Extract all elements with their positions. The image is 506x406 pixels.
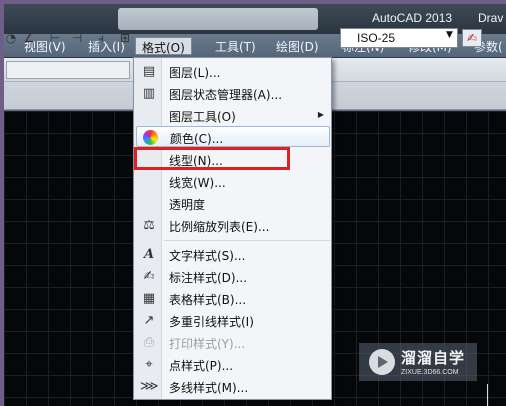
color-wheel-icon [141, 129, 159, 146]
text-style-icon: A [143, 247, 155, 262]
toolbar-field[interactable] [6, 61, 130, 79]
dimstyle-manager-icon[interactable]: ✍ [462, 29, 482, 47]
menu-item-table-style[interactable]: ▦ 表格样式(B)... [136, 288, 330, 309]
menu-item-label: 多线样式(M)... [169, 381, 249, 395]
menu-item-transparency[interactable]: 透明度 [136, 193, 330, 214]
menu-item-text-style[interactable]: A 文字样式(S)... [136, 244, 330, 265]
dimstyle-select[interactable]: ISO-25 [340, 28, 458, 48]
menu-item-layer-tools[interactable]: 图层工具(O) ▶ [136, 105, 330, 126]
menu-tools[interactable]: 工具(T) [209, 37, 262, 55]
point-style-icon: ⌖ [145, 357, 153, 372]
menu-item-label: 文字样式(S)... [169, 249, 246, 263]
format-menu: ▤ 图层(L)... ▥ 图层状态管理器(A)... 图层工具(O) ▶ 颜色(… [133, 57, 332, 400]
menu-item-lineweight[interactable]: 线宽(W)... [136, 171, 330, 192]
crosshair-cursor [487, 384, 488, 406]
dim-style-icon: ✍ [143, 269, 155, 284]
menu-item-plot-style: ⎙ 打印样式(Y)... [136, 332, 330, 353]
menu-item-label: 多重引线样式(I) [169, 315, 254, 329]
dim-baseline-icon[interactable]: ⫞ [92, 30, 110, 46]
menu-item-label: 图层工具(O) [169, 110, 236, 124]
menu-item-mline-style[interactable]: ⋙ 多线样式(M)... [136, 376, 330, 397]
menu-item-mleader-style[interactable]: ↗ 多重引线样式(I) [136, 310, 330, 331]
menu-item-layer[interactable]: ▤ 图层(L)... [136, 61, 330, 82]
watermark-title: 溜溜自学 [401, 349, 466, 367]
angle-icon[interactable]: ∠ [20, 30, 38, 46]
menu-item-color[interactable]: 颜色(C)... [136, 126, 330, 147]
chevron-down-icon[interactable]: ▼ [446, 30, 453, 40]
mline-style-icon: ⋙ [140, 379, 159, 394]
menu-item-scale-list[interactable]: ⚖ 比例缩放列表(E)... [136, 215, 330, 236]
dim-linear-icon[interactable]: ⊢ [46, 30, 64, 46]
menu-item-label: 表格样式(B)... [169, 293, 247, 307]
plot-style-icon: ⎙ [143, 335, 155, 350]
menu-item-point-style[interactable]: ⌖ 点样式(P)... [136, 354, 330, 375]
menu-item-label: 颜色(C)... [170, 132, 224, 146]
watermark-url: ZIXUE.3D66.COM [401, 369, 459, 376]
menu-format[interactable]: 格式(O) [135, 37, 192, 55]
layer-icon: ▤ [142, 64, 156, 79]
menu-separator [164, 240, 330, 241]
mleader-style-icon: ↗ [143, 313, 155, 328]
menu-item-layer-state-manager[interactable]: ▥ 图层状态管理器(A)... [136, 83, 330, 104]
menu-item-label: 打印样式(Y)... [169, 337, 246, 351]
quick-access-tab[interactable] [118, 8, 318, 30]
menu-item-dim-style[interactable]: ✍ 标注样式(D)... [136, 266, 330, 287]
watermark: 溜溜自学 ZIXUE.3D66.COM [359, 343, 477, 381]
menu-item-label: 透明度 [169, 198, 206, 212]
menu-item-label: 标注样式(D)... [169, 271, 248, 285]
circle-arc-icon[interactable]: ◔ [2, 30, 20, 46]
layer-state-icon: ▥ [142, 86, 156, 101]
document-title: Drav [478, 11, 504, 25]
dim-continue-icon[interactable]: ⊞ [116, 30, 134, 46]
submenu-arrow-icon: ▶ [317, 110, 324, 119]
menu-item-label: 图层状态管理器(A)... [169, 88, 283, 102]
scale-list-icon: ⚖ [143, 218, 155, 233]
menu-item-label: 线宽(W)... [169, 176, 226, 190]
table-style-icon: ▦ [142, 291, 156, 306]
dim-aligned-icon[interactable]: ⊣ [68, 30, 86, 46]
menu-draw[interactable]: 绘图(D) [270, 37, 325, 55]
annotation-highlight-box [134, 147, 290, 170]
app-title: AutoCAD 2013 [372, 11, 453, 25]
play-logo-icon [369, 349, 395, 375]
menu-item-label: 图层(L)... [169, 66, 221, 80]
menu-item-label: 点样式(P)... [169, 359, 234, 373]
menu-item-label: 比例缩放列表(E)... [169, 220, 270, 234]
